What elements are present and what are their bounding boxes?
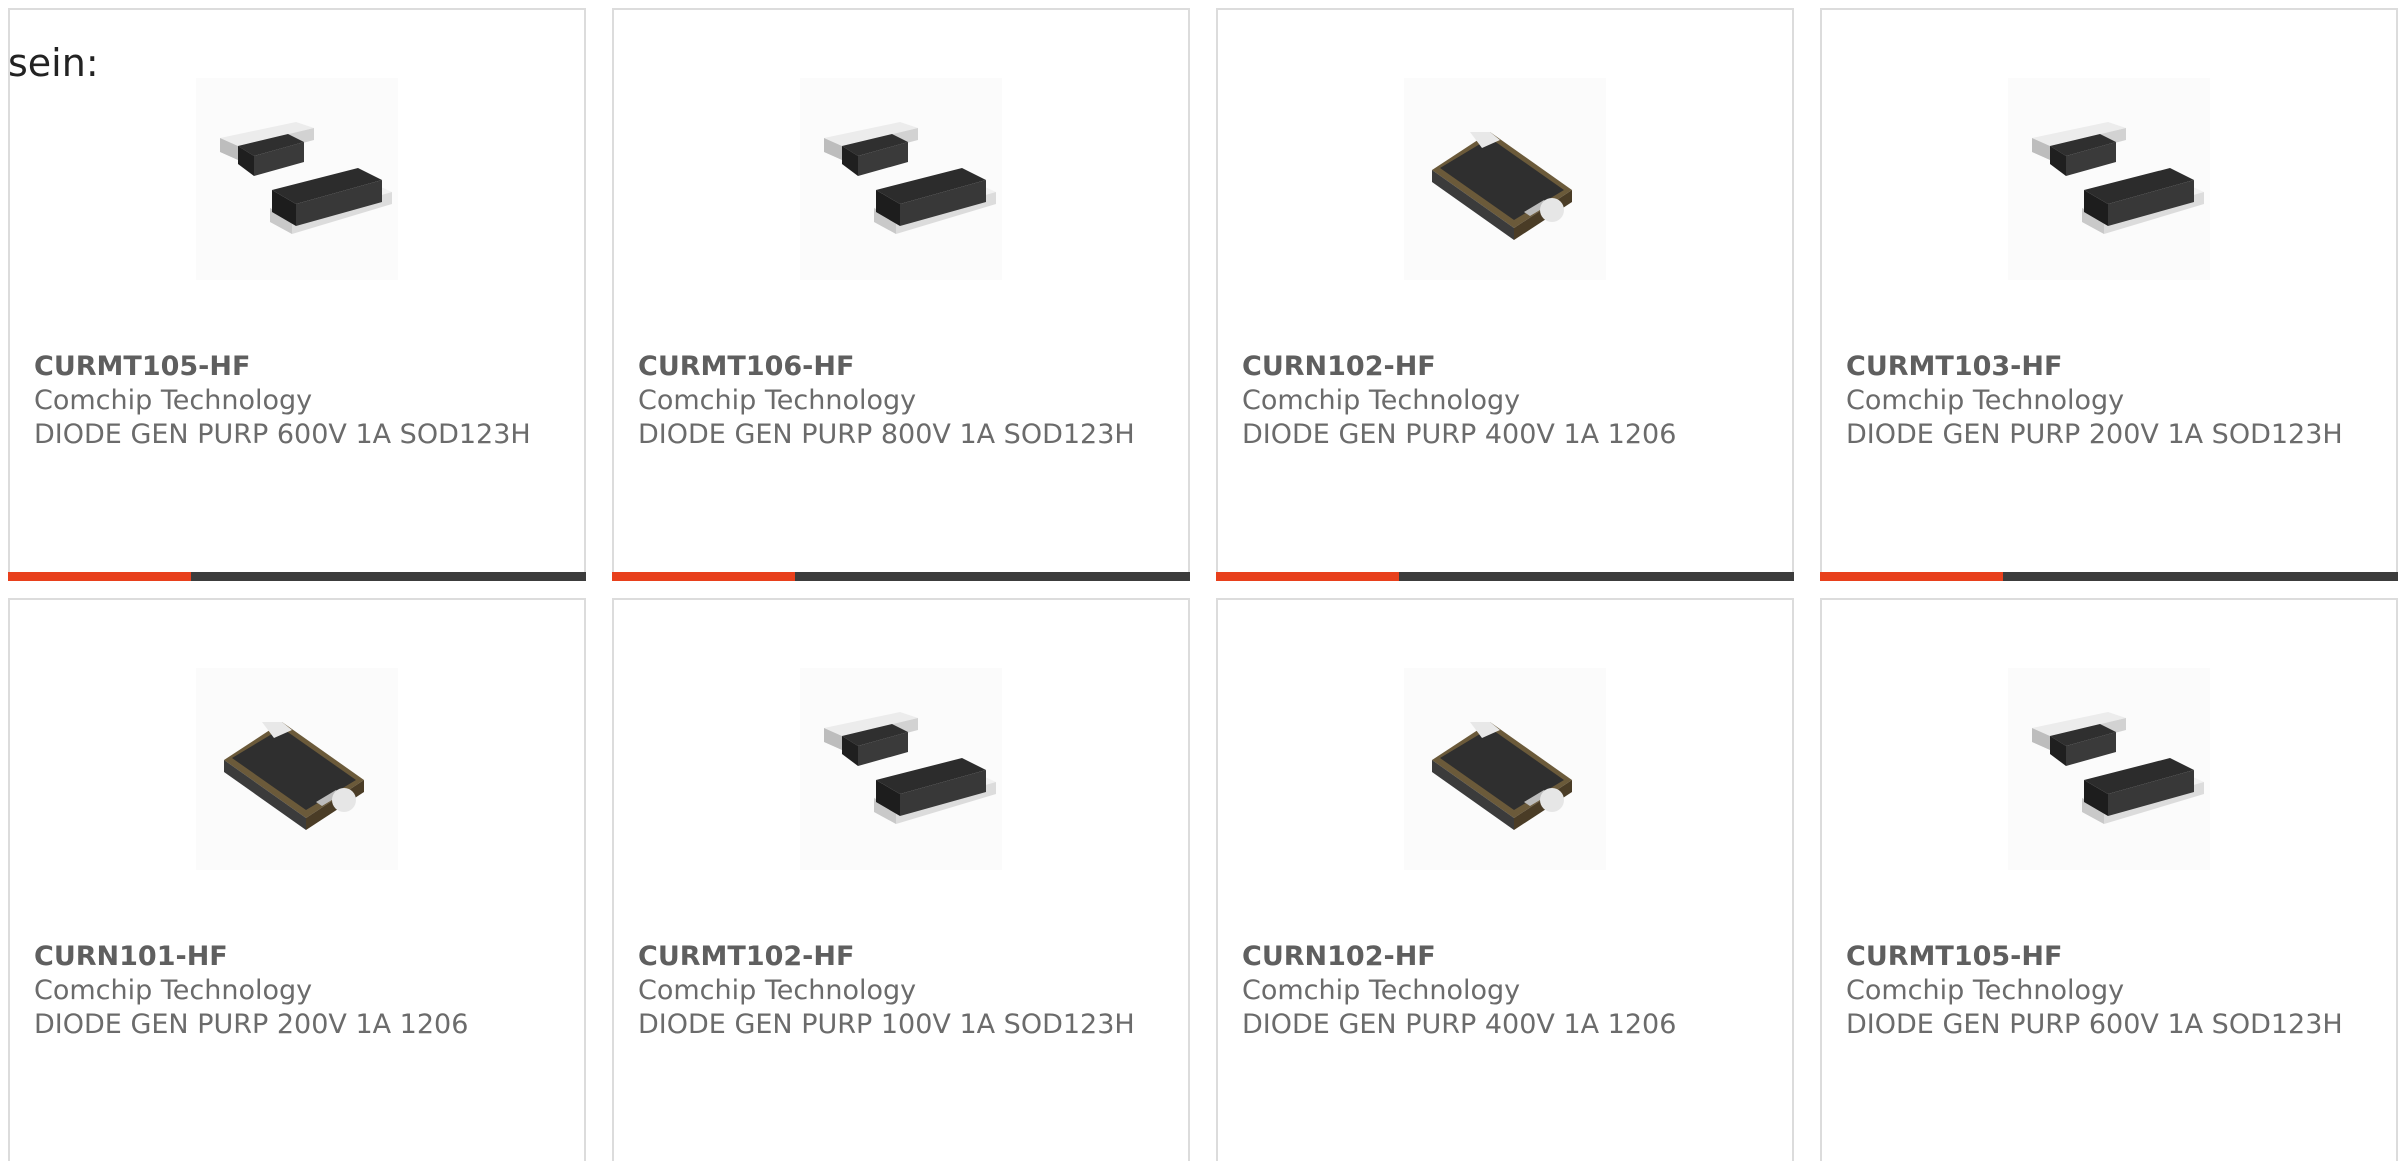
product-manufacturer: Comchip Technology [34, 385, 313, 416]
product-card[interactable]: CURMT105-HF Comchip Technology DIODE GEN… [1820, 598, 2398, 1161]
product-image[interactable] [1404, 668, 1606, 870]
product-image[interactable] [800, 668, 1002, 870]
product-card[interactable]: CURMT102-HF Comchip Technology DIODE GEN… [612, 598, 1190, 1161]
product-info: CURMT103-HF Comchip Technology DIODE GEN… [1846, 350, 2366, 452]
product-info: CURMT105-HF Comchip Technology DIODE GEN… [1846, 940, 2366, 1042]
card-bar-accent [1216, 572, 1399, 581]
product-info: CURN102-HF Comchip Technology DIODE GEN … [1242, 350, 1762, 452]
product-card[interactable]: CURMT106-HF Comchip Technology DIODE GEN… [612, 8, 1190, 581]
product-manufacturer: Comchip Technology [1242, 385, 1521, 416]
product-description: DIODE GEN PURP 200V 1A SOD123H [1846, 419, 2343, 450]
product-part-number[interactable]: CURMT105-HF [34, 350, 554, 384]
product-info: CURN102-HF Comchip Technology DIODE GEN … [1242, 940, 1762, 1042]
product-card[interactable]: CURN102-HF Comchip Technology DIODE GEN … [1216, 8, 1794, 581]
product-part-number[interactable]: CURMT103-HF [1846, 350, 2366, 384]
product-image[interactable] [2008, 78, 2210, 280]
card-bottom-bar [1216, 572, 1794, 581]
card-bar-accent [612, 572, 795, 581]
product-description: DIODE GEN PURP 400V 1A 1206 [1242, 1009, 1677, 1040]
card-bottom-bar [1820, 572, 2398, 581]
product-image[interactable] [196, 78, 398, 280]
product-card[interactable]: CURN102-HF Comchip Technology DIODE GEN … [1216, 598, 1794, 1161]
card-bar-accent [8, 572, 191, 581]
product-manufacturer: Comchip Technology [638, 385, 917, 416]
product-image[interactable] [2008, 668, 2210, 870]
product-info: CURMT106-HF Comchip Technology DIODE GEN… [638, 350, 1158, 452]
product-description: DIODE GEN PURP 200V 1A 1206 [34, 1009, 469, 1040]
product-card[interactable]: CURMT103-HF Comchip Technology DIODE GEN… [1820, 8, 2398, 581]
intro-text: sein: [8, 41, 99, 85]
product-image[interactable] [800, 78, 1002, 280]
product-card[interactable]: CURN101-HF Comchip Technology DIODE GEN … [8, 598, 586, 1161]
product-manufacturer: Comchip Technology [34, 975, 313, 1006]
product-info: CURMT102-HF Comchip Technology DIODE GEN… [638, 940, 1158, 1042]
product-part-number[interactable]: CURMT105-HF [1846, 940, 2366, 974]
page: sein: CURMT105-HF Comchip Technology DIO… [0, 0, 2407, 1161]
product-manufacturer: Comchip Technology [1846, 975, 2125, 1006]
product-part-number[interactable]: CURN102-HF [1242, 940, 1762, 974]
product-description: DIODE GEN PURP 100V 1A SOD123H [638, 1009, 1135, 1040]
card-bottom-bar [612, 572, 1190, 581]
product-description: DIODE GEN PURP 800V 1A SOD123H [638, 419, 1135, 450]
product-info: CURMT105-HF Comchip Technology DIODE GEN… [34, 350, 554, 452]
product-part-number[interactable]: CURMT106-HF [638, 350, 1158, 384]
product-card[interactable]: CURMT105-HF Comchip Technology DIODE GEN… [8, 8, 586, 581]
product-manufacturer: Comchip Technology [1242, 975, 1521, 1006]
product-part-number[interactable]: CURN101-HF [34, 940, 554, 974]
product-description: DIODE GEN PURP 400V 1A 1206 [1242, 419, 1677, 450]
product-manufacturer: Comchip Technology [1846, 385, 2125, 416]
product-manufacturer: Comchip Technology [638, 975, 917, 1006]
product-description: DIODE GEN PURP 600V 1A SOD123H [1846, 1009, 2343, 1040]
product-image[interactable] [1404, 78, 1606, 280]
card-bar-accent [1820, 572, 2003, 581]
card-bottom-bar [8, 572, 586, 581]
product-part-number[interactable]: CURN102-HF [1242, 350, 1762, 384]
product-info: CURN101-HF Comchip Technology DIODE GEN … [34, 940, 554, 1042]
product-part-number[interactable]: CURMT102-HF [638, 940, 1158, 974]
product-image[interactable] [196, 668, 398, 870]
product-description: DIODE GEN PURP 600V 1A SOD123H [34, 419, 531, 450]
product-grid: CURMT105-HF Comchip Technology DIODE GEN… [8, 8, 2398, 1161]
